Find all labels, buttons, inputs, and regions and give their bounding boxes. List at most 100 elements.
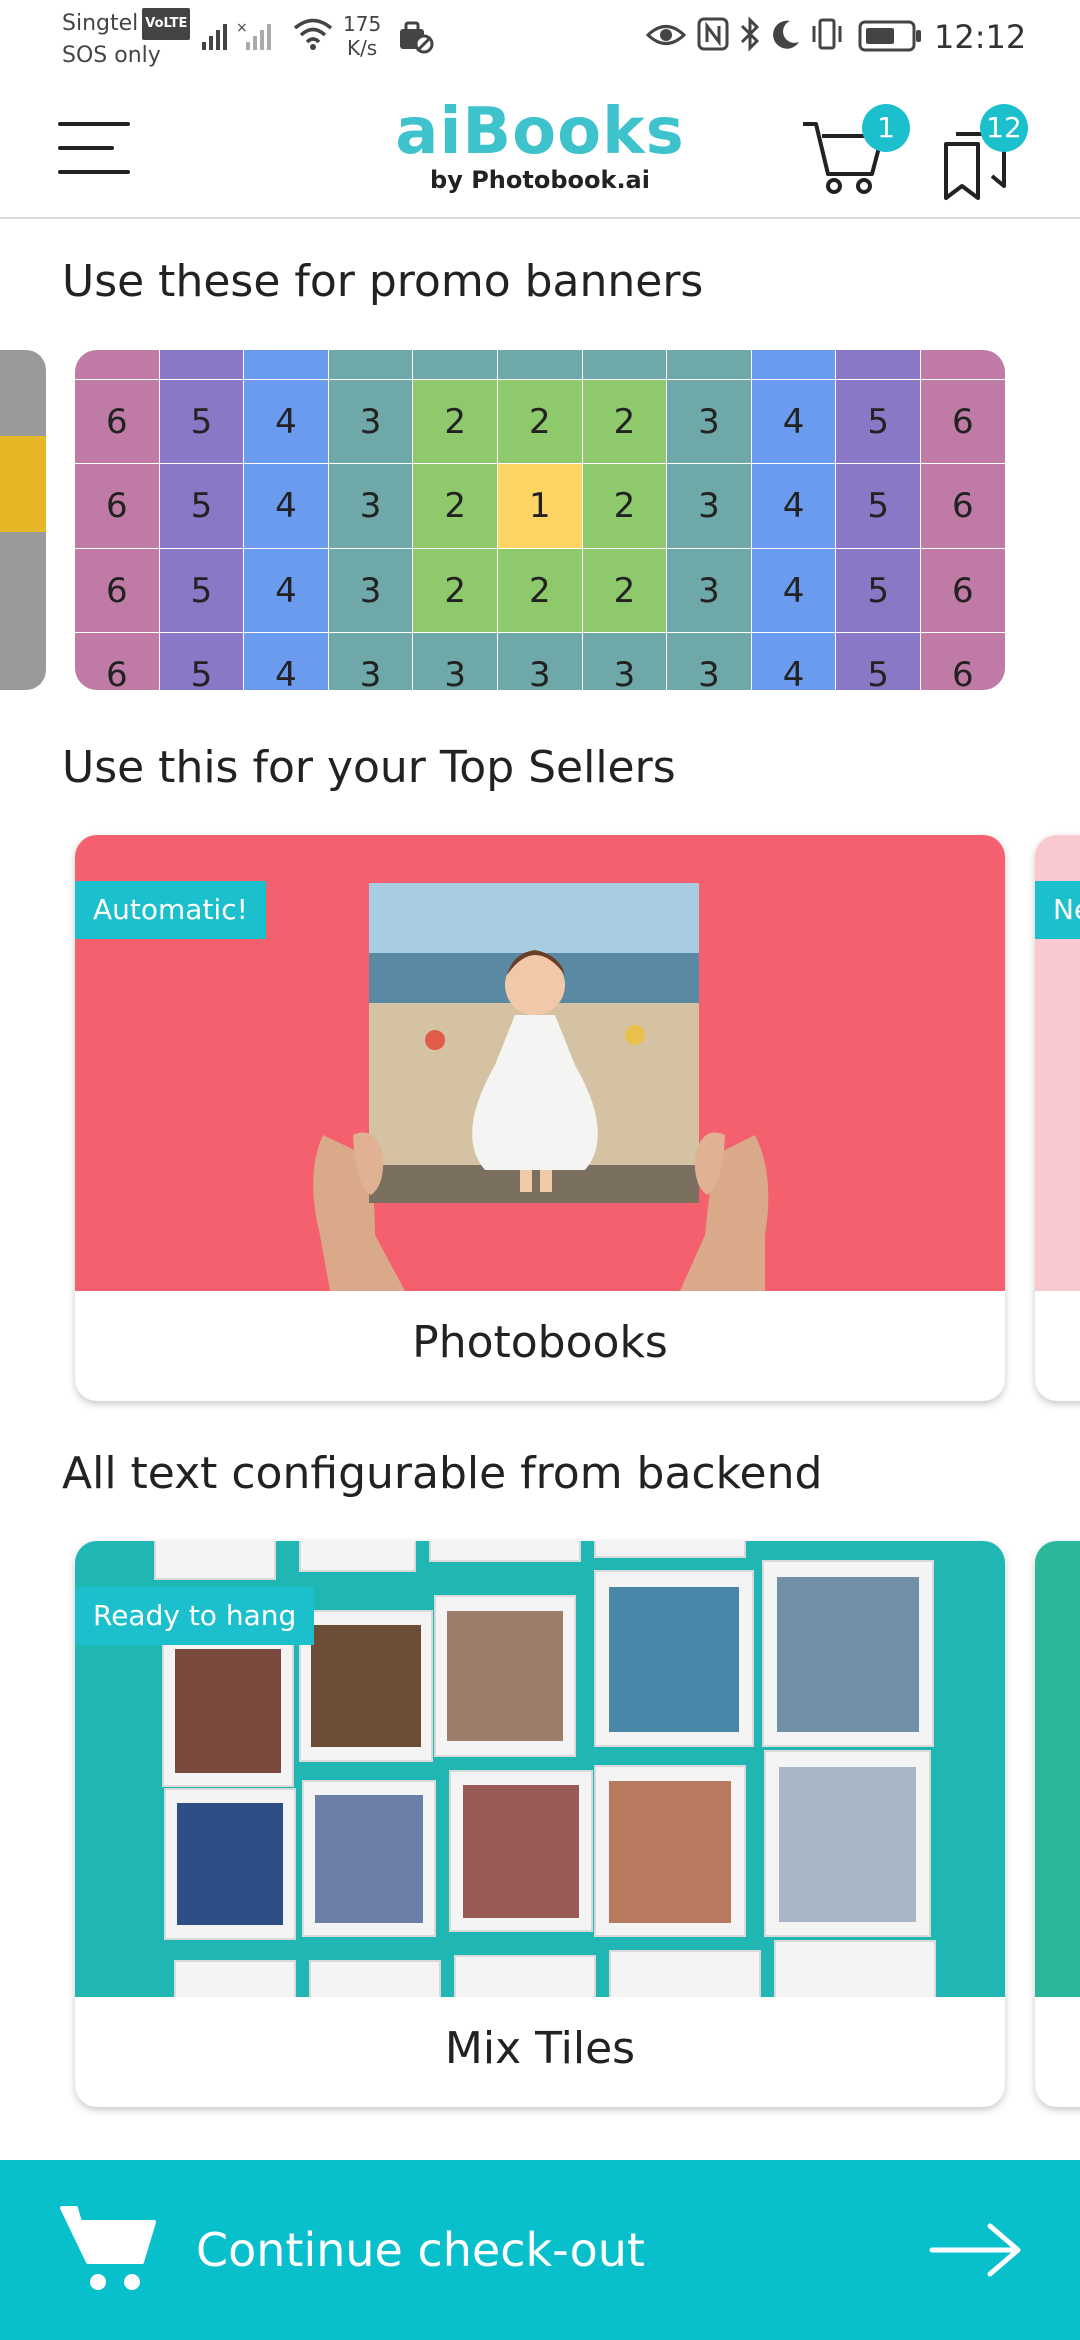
vibrate-icon [812,18,842,50]
clock: 12:12 [934,18,1027,56]
promo-grid-cell: 3 [328,379,414,464]
eye-icon [646,25,686,45]
product-tag: Ne [1035,881,1080,939]
promo-grid-cell: 6 [75,379,160,464]
promo-grid-cell: 5 [159,464,245,549]
promo-grid-cell: 4 [244,633,329,690]
promo-grid-cell: 2 [498,379,583,464]
promo-grid-cell: 5 [836,379,921,464]
promo-grid-cell: 4 [751,464,837,549]
promo-grid-cell: 5 [159,548,245,633]
carrier-info: Singtel VoLTE SOS only [62,8,191,72]
product-label: Photobooks [412,1317,668,1368]
promo-grid-cell: 4 [751,379,837,464]
brand-name: aiBooks [395,95,685,169]
vpn-icon [400,21,434,54]
promo-grid-cell: 2 [582,379,668,464]
promo-grid-cell: 1 [498,464,583,549]
promo-grid-cell: 2 [413,464,498,549]
brand-logo[interactable]: aiBooks by Photobook.ai [380,96,700,194]
promo-grid-cell: 3 [498,633,583,690]
promo-grid-cell: 3 [413,350,498,380]
promo-grid-cell: 3 [582,633,668,690]
product-label: Mix Tiles [444,2023,636,2074]
section-title-top-sellers: Use this for your Top Sellers [62,742,676,793]
menu-button[interactable] [58,120,132,176]
continue-checkout-button[interactable]: Continue check-out [0,2160,1080,2340]
hamburger-icon [58,122,130,126]
section-title-promo: Use these for promo banners [62,256,704,307]
promo-grid-cell: 3 [328,350,414,380]
product-tag: Ready to hang [75,1587,315,1645]
promo-grid-cell: 4 [751,633,837,690]
network-speed: 175 K/s [343,12,382,60]
app-header: aiBooks by Photobook.ai 1 12 [0,80,1080,219]
product-tag: Automatic! [75,881,266,939]
promo-grid-cell: 3 [498,350,583,380]
promo-grid-cell: 3 [413,633,498,690]
promo-grid-cell: 2 [582,464,668,549]
promo-banner-grid[interactable]: 6543333345665432223456654321234566543222… [75,350,1005,690]
nfc-icon [697,17,729,51]
svg-text:×: × [236,20,248,36]
promo-grid-cell: 3 [667,633,752,690]
promo-grid-cell: 4 [751,350,837,380]
promo-grid-cell: 6 [921,464,1005,549]
brand-subtitle: by Photobook.ai [430,166,650,194]
saved-count-badge: 12 [980,104,1028,152]
promo-grid-cell: 4 [244,464,329,549]
moon-icon [773,20,799,49]
wifi-icon [293,18,333,50]
volte-badge: VoLTE [142,8,191,40]
product-card-photobooks[interactable]: Automatic! Photobooks [75,835,1005,1401]
product-card-next-peek[interactable] [1035,1541,1080,2107]
promo-grid-cell: 3 [667,379,752,464]
signal-icon: × [202,20,271,50]
battery-icon [858,20,921,52]
promo-grid-cell: 3 [667,464,752,549]
promo-grid-cell: 2 [413,379,498,464]
cart-icon [60,2206,156,2290]
promo-grid-cell: 6 [921,350,1005,380]
promo-grid-cell: 3 [667,350,752,380]
carrier-name: Singtel [62,11,139,36]
product-card-mix-tiles[interactable]: Ready to hang Mix Tiles [75,1541,1005,2107]
promo-grid-cell: 4 [244,379,329,464]
cart-count-badge: 1 [862,104,910,152]
promo-grid-cell: 6 [75,464,160,549]
promo-grid-cell: 3 [328,464,414,549]
promo-grid-cell: 5 [836,464,921,549]
cart-button[interactable]: 1 [800,100,920,210]
promo-grid-cell: 6 [921,633,1005,690]
promo-grid-cell: 2 [582,548,668,633]
promo-grid-cell: 6 [75,548,160,633]
promo-grid-cell: 4 [244,350,329,380]
promo-grid-cell: 3 [328,633,414,690]
promo-grid-cell: 5 [159,379,245,464]
promo-grid-cell: 6 [921,548,1005,633]
checkout-label: Continue check-out [196,2223,645,2277]
saved-button[interactable]: 12 [940,100,1050,210]
sos-label: SOS only [62,43,161,68]
promo-grid-cell: 4 [751,548,837,633]
product-card-next-peek[interactable]: Ne [1035,835,1080,1401]
promo-grid-cell: 6 [75,633,160,690]
promo-grid-cell: 2 [413,548,498,633]
promo-grid-cell: 3 [582,350,668,380]
arrow-right-icon [929,2223,1021,2277]
promo-grid-cell: 5 [159,633,245,690]
promo-grid-cell: 5 [836,633,921,690]
promo-grid-cell: 6 [75,350,160,380]
promo-grid-cell: 3 [667,548,752,633]
section-title-backend: All text configurable from backend [62,1448,823,1499]
bluetooth-icon [740,16,760,52]
promo-banner-prev[interactable] [0,350,46,690]
promo-grid-cell: 5 [836,350,921,380]
promo-grid-cell: 6 [921,379,1005,464]
status-bar: Singtel VoLTE SOS only × 175 K/s 12:12 [0,0,1080,80]
promo-grid-cell: 4 [244,548,329,633]
promo-grid-cell: 2 [498,548,583,633]
promo-grid-cell: 3 [328,548,414,633]
promo-grid-cell: 5 [159,350,245,380]
promo-grid-cell: 5 [836,548,921,633]
